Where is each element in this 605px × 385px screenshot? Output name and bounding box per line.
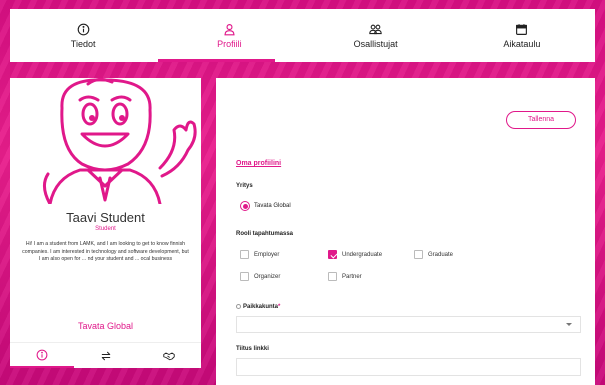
tab-aikataulu[interactable]: Aikataulu [449, 9, 595, 62]
tab-label: Osallistujat [353, 38, 398, 49]
city-label: Paikkakunta* [236, 304, 280, 310]
checkbox[interactable] [240, 250, 249, 259]
active-tab-indicator [158, 59, 275, 62]
profile-name: Taavi Student [66, 210, 145, 225]
tab-profiili[interactable]: Profiili [156, 9, 302, 62]
city-label-text: Paikkakunta [243, 304, 279, 310]
card-tab-info[interactable] [10, 343, 74, 368]
save-button[interactable]: Tallenna [506, 111, 576, 129]
tab-tiedot[interactable]: Tiedot [10, 9, 156, 62]
tiitus-link-input[interactable] [236, 358, 581, 376]
card-tab-handshake[interactable] [137, 343, 201, 368]
link-label: Tiitus linkki [236, 346, 269, 352]
info-icon [77, 23, 89, 35]
tab-osallistujat[interactable]: Osallistujat [303, 9, 449, 62]
checkbox-label: Organizer [254, 273, 281, 280]
location-pin-icon [236, 304, 241, 309]
person-icon [224, 23, 235, 35]
profile-company: Tavata Global [77, 321, 134, 331]
info-icon [36, 349, 48, 360]
role-checkbox-employer[interactable]: Employer [240, 250, 279, 259]
checkbox-label: Employer [254, 251, 280, 258]
tab-label: Profiili [217, 38, 242, 49]
chevron-down-icon [566, 323, 572, 326]
people-icon [369, 24, 382, 34]
calendar-icon [516, 23, 528, 35]
bio-fade-overlay [10, 264, 201, 284]
checkbox-label: Undergraduate [342, 251, 383, 258]
radio-selected[interactable] [240, 201, 250, 211]
role-label: Rooli tapahtumassa [236, 231, 294, 237]
checkbox[interactable] [328, 272, 337, 281]
mascot-illustration [10, 78, 201, 204]
profile-role: Student [95, 226, 116, 232]
checkbox[interactable] [414, 250, 423, 259]
card-tab-swap[interactable] [74, 343, 138, 368]
tab-label: Tiedot [70, 38, 96, 49]
section-title: Oma profiilini [236, 160, 282, 167]
checkbox[interactable] [240, 272, 249, 281]
profile-card: Taavi Student Student Hi! I am a student… [10, 78, 201, 368]
profile-bio: Hi! I am a student from LAMK, and I am l… [22, 241, 189, 262]
role-checkbox-partner[interactable]: Partner [328, 272, 362, 281]
handshake-icon [163, 352, 175, 360]
profile-card-tabs [10, 342, 201, 368]
profile-form-panel: Tallenna Oma profiilini Yritys Tavata Gl… [216, 78, 595, 385]
required-mark: * [278, 304, 281, 310]
checkbox-label: Partner [342, 273, 362, 280]
swap-arrows-icon [101, 351, 110, 360]
tab-label: Aikataulu [503, 38, 541, 49]
checkbox-label: Graduate [428, 251, 454, 258]
role-checkbox-graduate[interactable]: Graduate [414, 250, 453, 259]
city-select[interactable] [236, 316, 581, 333]
top-navigation: Tiedot Profiili Osallistujat Aikataulu [10, 9, 595, 62]
company-option-label: Tavata Global [254, 203, 291, 209]
role-checkbox-organizer[interactable]: Organizer [240, 272, 280, 281]
company-label: Yritys [236, 183, 253, 189]
company-radio-option[interactable]: Tavata Global [240, 201, 291, 211]
checkbox-checked[interactable] [328, 250, 337, 259]
role-checkbox-undergraduate[interactable]: Undergraduate [328, 250, 382, 259]
